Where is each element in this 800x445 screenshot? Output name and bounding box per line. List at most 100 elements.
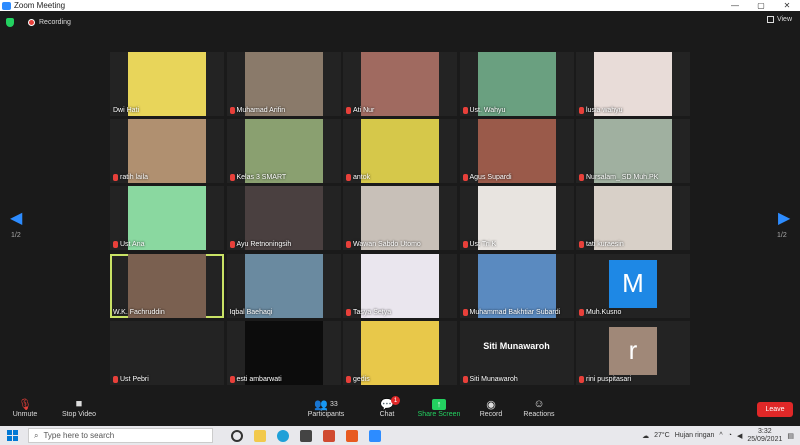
chat-button[interactable]: 💬 1 Chat — [362, 396, 412, 418]
window-controls: — ▢ ✕ — [722, 0, 800, 11]
participant-tile[interactable]: Wawan Sabdo Utomo — [343, 186, 457, 251]
participant-name-label: W.K. Fachruddin — [113, 309, 165, 316]
participant-tile[interactable]: Iqbal Baehaqi — [226, 253, 341, 318]
office-icon[interactable] — [346, 429, 358, 442]
participant-count: 33 — [329, 400, 338, 408]
leave-button[interactable]: Leave — [757, 402, 793, 417]
stop-video-button[interactable]: ■ Stop Video — [54, 397, 104, 418]
participant-name: Ust Ana — [120, 241, 145, 249]
participant-name: Ust Pebri — [120, 375, 149, 383]
record-button[interactable]: ◉ Record — [466, 397, 516, 419]
record-icon: ◉ — [486, 398, 496, 411]
participant-tile[interactable]: Kelas 3 SMART — [226, 119, 341, 184]
clock-time: 3:32 — [758, 427, 772, 435]
participant-tile[interactable]: Tasya Setya — [343, 253, 457, 318]
participant-avatar: r — [609, 326, 657, 375]
participant-tile[interactable]: Ust Tri K — [459, 186, 574, 251]
mic-muted-icon — [346, 174, 351, 182]
participant-name: Ust. Wahyu — [469, 107, 506, 114]
prev-page-arrow-icon[interactable]: ◀ — [10, 208, 22, 228]
mic-muted-icon — [346, 107, 351, 114]
mic-muted-icon — [579, 308, 584, 316]
mic-muted-icon — [346, 375, 351, 383]
mic-muted-icon — [579, 107, 584, 114]
participant-name-label: Ayu Retnoningsih — [229, 241, 291, 249]
participant-avatar: M — [609, 259, 657, 308]
participant-name: Ati Nur — [353, 107, 375, 114]
participant-tile[interactable]: Ati Nur — [343, 52, 457, 116]
next-page-arrow-icon[interactable]: ▶ — [778, 208, 790, 228]
grid-icon — [766, 16, 774, 23]
weather-text: Hujan ringan — [674, 432, 715, 439]
volume-icon[interactable]: ◀ — [737, 432, 742, 440]
participant-name-label: esti ambarwati — [229, 375, 282, 383]
store-icon[interactable] — [300, 429, 312, 442]
shield-icon[interactable] — [6, 17, 14, 27]
participant-name-label: Iqbal Baehaqi — [230, 309, 273, 316]
participant-tile[interactable]: r rini puspitasari — [576, 320, 690, 385]
reactions-button[interactable]: ☺ Reactions — [514, 397, 564, 418]
participant-name-label: Kelas 3 SMART — [229, 174, 286, 182]
participant-tile[interactable]: tati kuraesin — [576, 186, 690, 251]
tray-chevron-icon[interactable]: ^ — [719, 432, 722, 439]
participant-tile[interactable]: Ust Ana — [110, 186, 224, 251]
participant-name: gedis — [353, 375, 370, 383]
participant-name-label: Siti Munawaroh — [462, 375, 518, 383]
minimize-button[interactable]: — — [722, 0, 748, 11]
participant-tile[interactable]: Ust. Wahyu — [459, 52, 574, 116]
notifications-icon[interactable]: ▤ — [787, 432, 794, 440]
participant-name-label: gedis — [346, 375, 370, 383]
participant-name-label: Muhamad Arifin — [229, 107, 285, 114]
participant-tile[interactable]: M Muh.Kusno — [576, 253, 690, 318]
clock[interactable]: 3:32 25/09/2021 — [747, 428, 782, 444]
windows-taskbar: ⌕ Type here to search ☁ 27°C Hujan ringa… — [0, 426, 800, 445]
mic-muted-icon — [113, 241, 118, 249]
zoom-app-icon — [2, 1, 11, 10]
file-explorer-icon[interactable] — [254, 429, 266, 442]
participants-button[interactable]: 👥 33 Participants — [300, 397, 352, 419]
participant-tile[interactable]: esti ambarwati — [226, 320, 341, 385]
participant-name-label: Wawan Sabdo Utomo — [346, 241, 421, 249]
participant-name: antok — [353, 174, 371, 182]
chat-icon: 💬 — [380, 398, 394, 411]
close-button[interactable]: ✕ — [774, 0, 800, 11]
stop-video-label: Stop Video — [61, 411, 97, 418]
app-icon[interactable] — [323, 429, 335, 442]
maximize-button[interactable]: ▢ — [748, 0, 774, 11]
participant-tile[interactable]: Agus Supardi — [459, 119, 574, 184]
mic-muted-icon — [229, 107, 235, 114]
participant-tile[interactable]: Ayu Retnoningsih — [226, 186, 341, 251]
participant-tile[interactable]: antok — [343, 119, 457, 184]
zoom-taskbar-icon[interactable] — [369, 429, 381, 442]
participant-tile[interactable]: lusia wahyu — [576, 52, 690, 116]
participant-tile[interactable]: Nursalam_ SD Muh.PK — [576, 119, 690, 184]
participant-tile[interactable]: W.K. Fachruddin — [110, 253, 224, 318]
network-icon[interactable]: ◔ — [728, 432, 732, 439]
recording-icon — [28, 18, 35, 26]
prev-page-indicator: 1/2 — [11, 232, 21, 239]
participant-tile[interactable]: Ust Pebri — [110, 320, 224, 385]
windows-start-icon[interactable] — [7, 430, 18, 441]
participant-tile[interactable]: ratih laila — [110, 119, 224, 184]
task-view-icon[interactable] — [231, 429, 243, 442]
participant-tile[interactable]: Siti Munawaroh Siti Munawaroh — [459, 320, 574, 385]
participant-name: tati kuraesin — [586, 241, 624, 249]
participant-tile[interactable]: Dwi Hati — [110, 52, 224, 116]
mic-muted-icon — [462, 375, 468, 383]
share-screen-button[interactable]: ↑ Share Screen — [414, 397, 464, 418]
taskbar-search-input[interactable]: ⌕ Type here to search — [28, 428, 213, 443]
participant-name: Nursalam_ SD Muh.PK — [586, 174, 659, 182]
participant-name: Muh.Kusno — [586, 308, 622, 316]
participant-tile[interactable]: Muhammad Bakhtiar Subardi — [459, 253, 574, 318]
mic-muted-icon — [462, 308, 468, 316]
participant-tile[interactable]: Muhamad Arifin — [226, 52, 341, 116]
view-button[interactable]: View — [766, 16, 792, 23]
unmute-button[interactable]: 🎙 Unmute — [0, 397, 50, 419]
chat-badge: 1 — [391, 396, 400, 405]
clock-date: 25/09/2021 — [747, 435, 783, 443]
reactions-icon: ☺ — [533, 398, 545, 410]
participant-tile[interactable]: gedis — [343, 320, 457, 385]
view-label: View — [776, 16, 792, 23]
system-tray: ☁ 27°C Hujan ringan ^ ◔ ◀ 3:32 25/09/202… — [642, 426, 794, 445]
edge-browser-icon[interactable] — [277, 429, 289, 442]
